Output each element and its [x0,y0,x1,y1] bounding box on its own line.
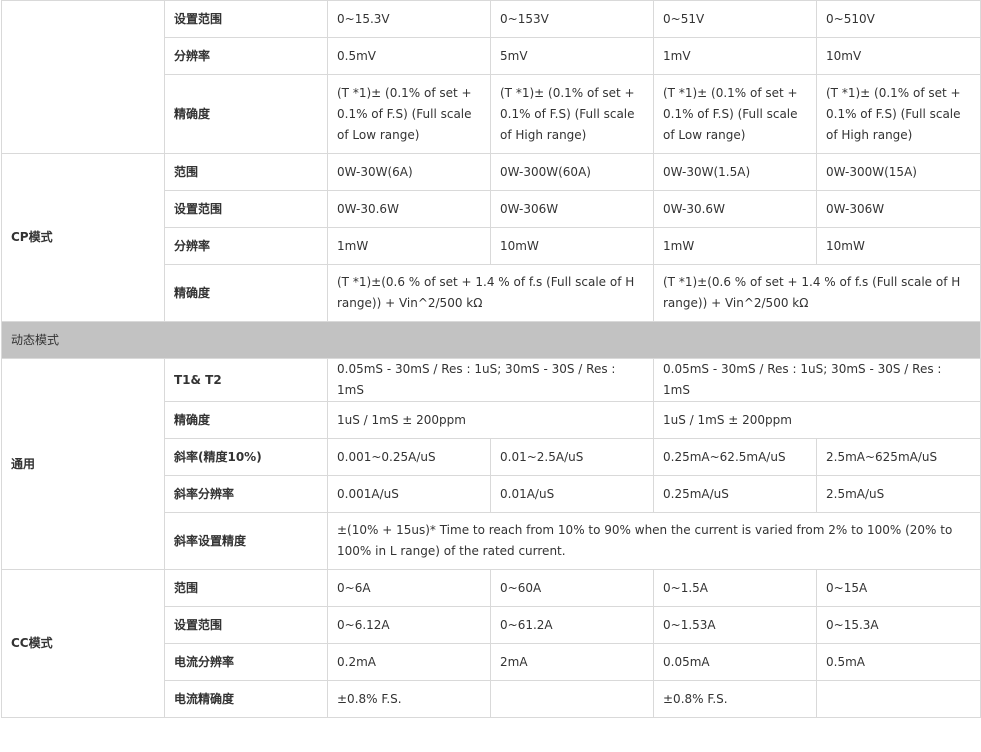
param-label: 斜率分辨率 [164,475,328,513]
value-cell: 0W-306W [490,190,654,228]
param-label: 精确度 [164,264,328,322]
value-cell: 1mV [653,37,817,75]
value-cell: 0~15.3A [816,606,981,644]
group-label: 通用 [1,358,165,570]
param-label: 范围 [164,569,328,607]
value-cell: 0~61.2A [490,606,654,644]
value-cell [490,680,654,718]
value-cell: 10mW [490,227,654,265]
value-cell: 0.001~0.25A/uS [327,438,491,476]
value-cell: ±(10% + 15us)* Time to reach from 10% to… [327,512,981,570]
value-cell: 0~15A [816,569,981,607]
value-cell: 5mV [490,37,654,75]
value-cell: 2mA [490,643,654,681]
value-cell: 0~6.12A [327,606,491,644]
param-label: 分辨率 [164,227,328,265]
param-label: 精确度 [164,401,328,439]
group-label: CP模式 [1,153,165,322]
value-cell: 0.25mA~62.5mA/uS [653,438,817,476]
value-cell: 0~6A [327,569,491,607]
param-label: 设置范围 [164,190,328,228]
value-cell: 0.01~2.5A/uS [490,438,654,476]
group-label: CC模式 [1,569,165,718]
value-cell: 1uS / 1mS ± 200ppm [327,401,654,439]
value-cell: (T *1)± (0.1% of set + 0.1% of F.S) (Ful… [653,74,817,154]
param-label: 电流分辨率 [164,643,328,681]
value-cell: 0W-30W(6A) [327,153,491,191]
table-row: 通用 T1& T2 0.05mS - 30mS / Res : 1uS; 30m… [1,358,981,570]
value-cell: 2.5mA/uS [816,475,981,513]
value-cell: ±0.8% F.S. [327,680,491,718]
value-cell: 0.2mA [327,643,491,681]
value-cell: 0~1.53A [653,606,817,644]
table-row: CP模式 范围 0W-30W(6A) 0W-300W(60A) 0W-30W(1… [1,153,981,322]
value-cell: 10mV [816,37,981,75]
value-cell: 0~51V [653,0,817,38]
value-cell: 1mW [327,227,491,265]
param-label: 斜率设置精度 [164,512,328,570]
table-row: CC模式 范围 0~6A 0~60A 0~1.5A 0~15A [1,569,981,718]
value-cell: (T *1)± (0.1% of set + 0.1% of F.S) (Ful… [327,74,491,154]
value-cell: 0.05mS - 30mS / Res : 1uS; 30mS - 30S / … [653,358,981,402]
value-cell: 0.01A/uS [490,475,654,513]
value-cell [816,680,981,718]
value-cell: 0~510V [816,0,981,38]
section-header-row: 动态模式 [1,321,981,359]
value-cell: 0W-30.6W [327,190,491,228]
param-label: 设置范围 [164,0,328,38]
value-cell: 0.001A/uS [327,475,491,513]
value-cell: 0.5mV [327,37,491,75]
param-label: 设置范围 [164,606,328,644]
param-label: 电流精确度 [164,680,328,718]
value-cell: (T *1)±(0.6 % of set + 1.4 % of f.s (Ful… [327,264,654,322]
value-cell: 0.5mA [816,643,981,681]
group-cell [1,0,165,154]
spec-table: 设置范围 0~15.3V 0~153V 0~51V 0~510V 分辨率 0.5… [1,0,981,718]
param-label: 范围 [164,153,328,191]
value-cell: 1mW [653,227,817,265]
value-cell: 0.05mA [653,643,817,681]
param-label: 精确度 [164,74,328,154]
value-cell: (T *1)± (0.1% of set + 0.1% of F.S) (Ful… [816,74,981,154]
value-cell: 0W-30W(1.5A) [653,153,817,191]
value-cell: 10mW [816,227,981,265]
section-title: 动态模式 [1,321,981,359]
value-cell: ±0.8% F.S. [653,680,817,718]
value-cell: (T *1)±(0.6 % of set + 1.4 % of f.s (Ful… [653,264,981,322]
param-label: T1& T2 [164,358,328,402]
value-cell: 2.5mA~625mA/uS [816,438,981,476]
value-cell: 0.05mS - 30mS / Res : 1uS; 30mS - 30S / … [327,358,654,402]
table-row: 设置范围 0~15.3V 0~153V 0~51V 0~510V [1,0,981,154]
value-cell: 0~153V [490,0,654,38]
value-cell: 0W-30.6W [653,190,817,228]
value-cell: 0~15.3V [327,0,491,38]
value-cell: 0W-300W(15A) [816,153,981,191]
param-label: 分辨率 [164,37,328,75]
value-cell: 1uS / 1mS ± 200ppm [653,401,981,439]
value-cell: 0.25mA/uS [653,475,817,513]
value-cell: 0~1.5A [653,569,817,607]
value-cell: 0W-306W [816,190,981,228]
value-cell: 0W-300W(60A) [490,153,654,191]
param-label: 斜率(精度10%) [164,438,328,476]
value-cell: (T *1)± (0.1% of set + 0.1% of F.S) (Ful… [490,74,654,154]
value-cell: 0~60A [490,569,654,607]
